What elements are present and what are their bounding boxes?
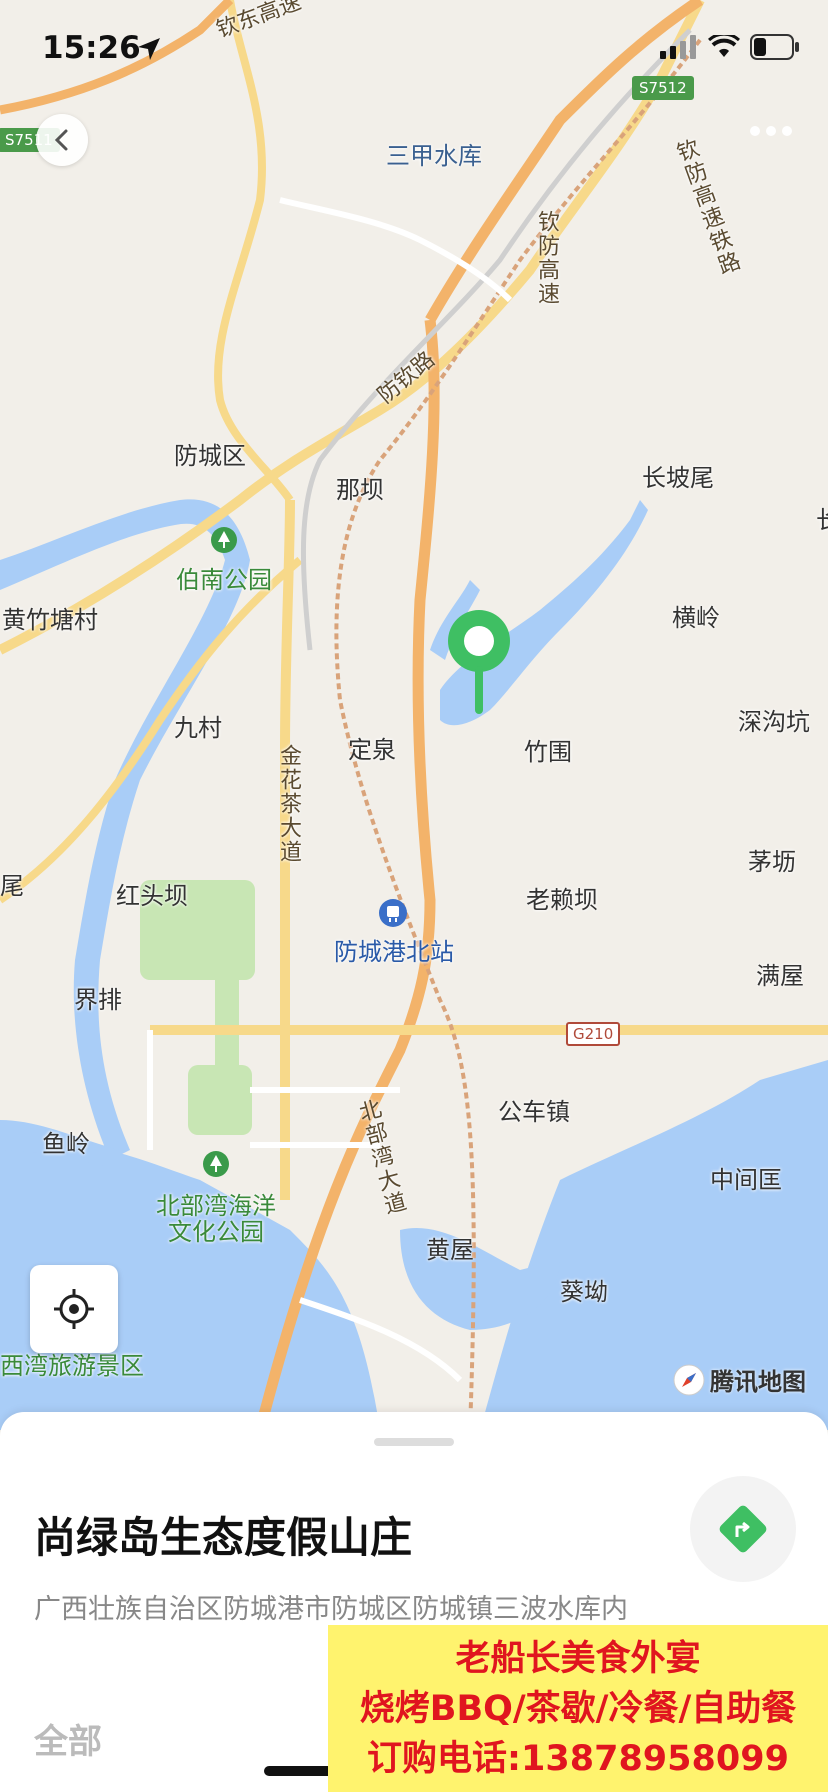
map-label-zhongjian: 中间匡 <box>710 1166 782 1194</box>
map-label-gongchezhen: 公车镇 <box>498 1098 570 1126</box>
map-view[interactable]: 三甲水库 防城区 那坝 长坡尾 长 伯南公园 黄竹塘村 横岭 深沟坑 九村 定泉… <box>0 0 828 1432</box>
battery-icon <box>750 34 799 60</box>
map-label-dingquan: 定泉 <box>348 736 396 764</box>
cellular-signal-icon <box>660 35 696 59</box>
map-label-hengling: 横岭 <box>672 604 720 632</box>
map-label-sanjia-reservoir: 三甲水库 <box>386 142 482 170</box>
crosshair-icon <box>54 1289 94 1329</box>
more-dot-icon <box>782 126 792 136</box>
map-brand-label: 腾讯地图 <box>710 1368 806 1396</box>
map-label-yuling: 鱼岭 <box>42 1130 90 1158</box>
back-button[interactable] <box>36 114 88 166</box>
more-button[interactable] <box>750 126 792 136</box>
ad-line-3: 订购电话:13878958099 <box>367 1738 789 1779</box>
ad-line-1: 老船长美食外宴 <box>455 1638 701 1679</box>
wifi-icon <box>708 35 740 57</box>
map-label-north-station: 防城港北站 <box>334 938 454 966</box>
map-label-laolaiba: 老赖坝 <box>526 886 598 914</box>
map-label-huangwu: 黄屋 <box>426 1236 474 1264</box>
road-label-jinhuacha-avenue: 金花茶大道 <box>276 744 301 864</box>
road-shield-s7512: S7512 <box>632 76 694 100</box>
location-marker-icon[interactable] <box>446 608 512 716</box>
more-dot-icon <box>750 126 760 136</box>
map-label-changpowei: 长坡尾 <box>642 464 714 492</box>
map-label-bonan-park: 伯南公园 <box>176 566 272 594</box>
map-label-huangzhutang: 黄竹塘村 <box>2 606 98 634</box>
train-station-icon <box>379 899 407 927</box>
map-label-manwu: 满屋 <box>756 962 804 990</box>
navigate-button[interactable] <box>690 1476 796 1582</box>
map-label-jiucun: 九村 <box>174 714 222 742</box>
map-label-zhuwei: 竹围 <box>524 738 572 766</box>
ad-line-2: 烧烤BBQ/茶歇/冷餐/自助餐 <box>359 1688 797 1729</box>
map-brand: 腾讯地图 <box>672 1362 806 1397</box>
park-icon <box>203 1151 229 1177</box>
map-label-hongtouba: 红头坝 <box>116 882 188 910</box>
status-icons <box>660 34 800 60</box>
tab-all[interactable]: 全部 <box>34 1714 102 1763</box>
map-label-shengoukeng: 深沟坑 <box>738 708 810 736</box>
road-shield-g210: G210 <box>566 1022 621 1046</box>
map-label-edge-chang: 长 <box>816 500 828 535</box>
compass-icon <box>673 1364 705 1395</box>
road-label-qinfang-expressway: 钦防高速 <box>534 210 559 306</box>
map-label-fangcheng-district: 防城区 <box>174 442 246 470</box>
map-label-beibuwan-park-line2: 文化公园 <box>168 1218 264 1246</box>
location-arrow-icon <box>138 38 160 60</box>
more-dot-icon <box>766 126 776 136</box>
map-label-kuiao: 葵坳 <box>560 1278 608 1306</box>
navigation-route-icon <box>719 1505 767 1553</box>
map-label-naba: 那坝 <box>336 476 384 504</box>
place-address: 广西壮族自治区防城港市防城区防城镇三波水库内 <box>34 1594 628 1625</box>
ad-banner[interactable]: 老船长美食外宴 烧烤BBQ/茶歇/冷餐/自助餐 订购电话:13878958099 <box>328 1625 828 1792</box>
park-icon <box>211 527 237 553</box>
sheet-drag-handle[interactable] <box>374 1438 454 1446</box>
chevron-left-icon <box>54 129 68 151</box>
map-label-edge-wei: 尾 <box>0 872 24 900</box>
place-title: 尚绿岛生态度假山庄 <box>34 1513 413 1562</box>
map-label-maoban: 茅坜 <box>748 848 796 876</box>
status-time: 15:26 <box>42 30 141 66</box>
locate-me-button[interactable] <box>30 1265 118 1353</box>
map-label-jiepai: 界排 <box>74 986 122 1014</box>
